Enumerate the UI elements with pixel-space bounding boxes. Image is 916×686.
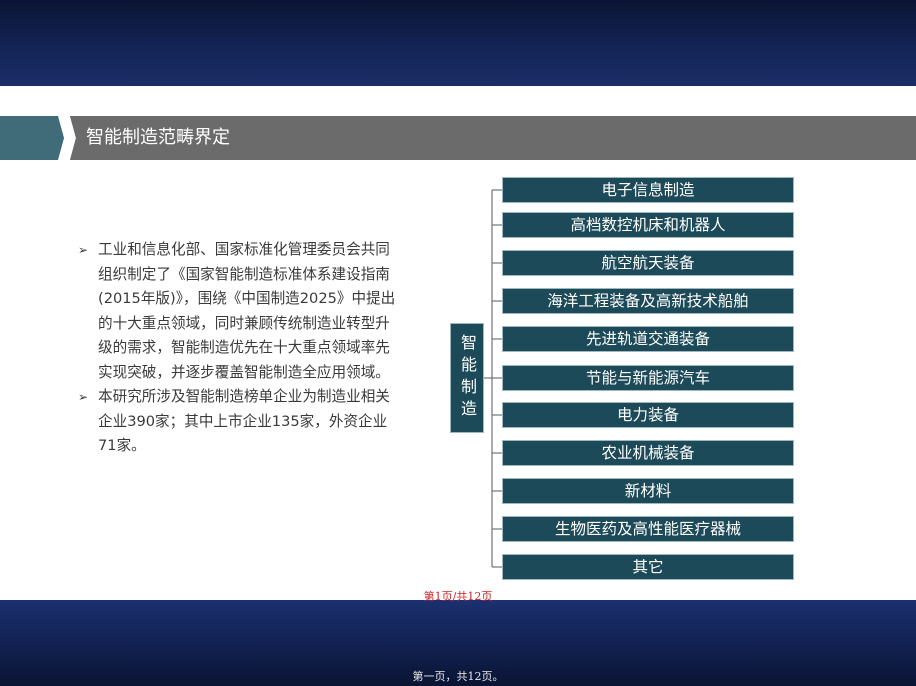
slide-title: 智能制造范畴界定 [86, 127, 230, 148]
bullet-list: ➢ 工业和信息化部、国家标准化管理委员会共同组织制定了《国家智能制造标准体系建设… [78, 238, 398, 459]
category-box: 航空航天装备 [502, 250, 794, 276]
category-box: 海洋工程装备及高新技术船舶 [502, 288, 794, 314]
category-box: 其它 [502, 554, 794, 580]
tree-root-label: 智能制造 [458, 334, 477, 422]
arrow-bullet-icon: ➢ [78, 243, 89, 257]
bullet-text: 工业和信息化部、国家标准化管理委员会共同组织制定了《国家智能制造标准体系建设指南… [98, 241, 396, 381]
tree-root-box: 智能制造 [450, 323, 484, 433]
category-box: 电力装备 [502, 402, 794, 428]
category-box: 生物医药及高性能医疗器械 [502, 516, 794, 542]
bullet-text: 本研究所涉及智能制造榜单企业为制造业相关企业390家；其中上市企业135家，外资… [98, 388, 390, 454]
category-box: 新材料 [502, 478, 794, 504]
category-box: 节能与新能源汽车 [502, 365, 794, 391]
bullet-item: ➢ 工业和信息化部、国家标准化管理委员会共同组织制定了《国家智能制造标准体系建设… [78, 238, 398, 385]
category-box: 先进轨道交通装备 [502, 326, 794, 352]
category-box: 农业机械装备 [502, 440, 794, 466]
category-box: 高档数控机床和机器人 [502, 212, 794, 238]
chevron-right-icon [0, 116, 76, 160]
bullet-item: ➢ 本研究所涉及智能制造榜单企业为制造业相关企业390家；其中上市企业135家，… [78, 385, 398, 459]
page-indicator: 第1页/共12页 [423, 590, 493, 603]
arrow-bullet-icon: ➢ [78, 390, 89, 404]
footer-page-label: 第一页，共12页。 [412, 670, 504, 683]
top-band [0, 0, 916, 86]
category-box: 电子信息制造 [502, 177, 794, 203]
